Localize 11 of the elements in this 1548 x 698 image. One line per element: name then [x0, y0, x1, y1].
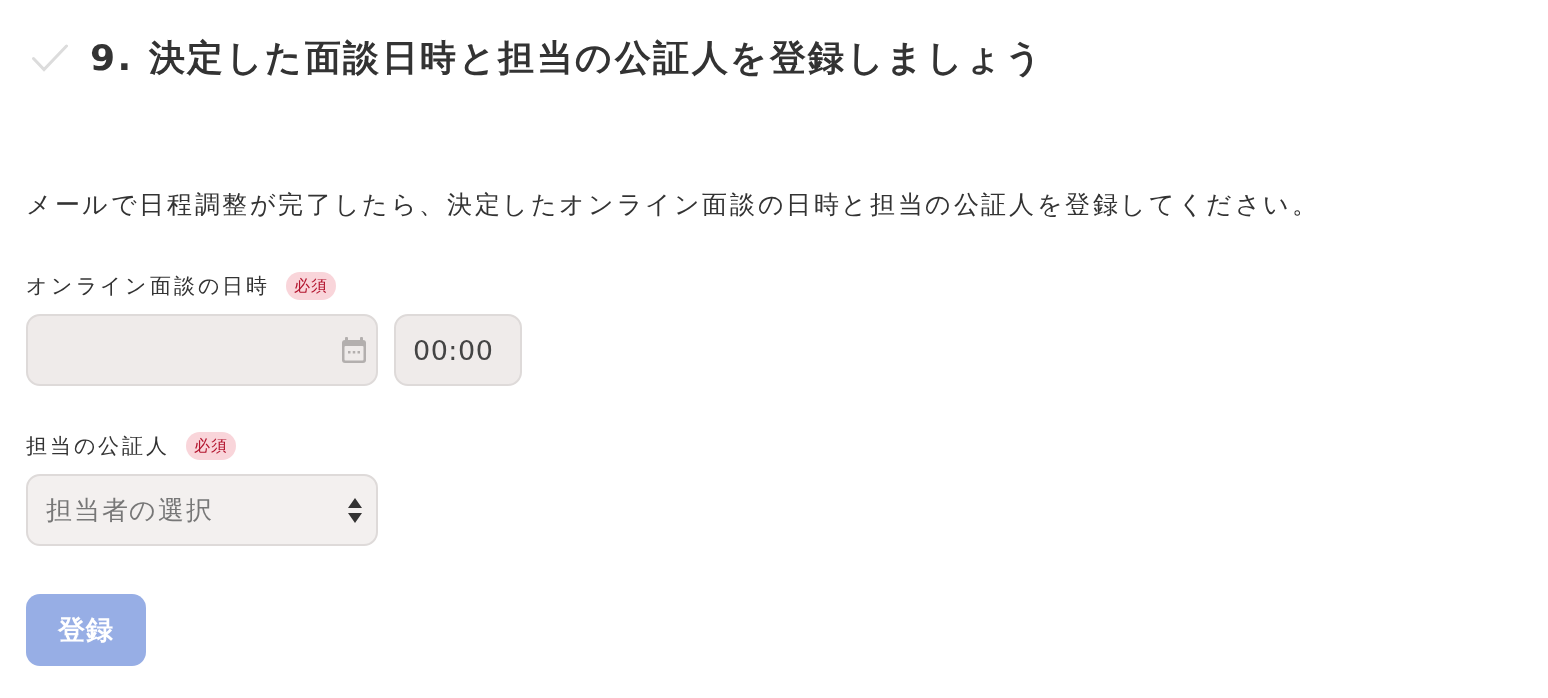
- date-field[interactable]: [26, 314, 378, 386]
- step-title: 9. 決定した面談日時と担当の公証人を登録しましょう: [90, 36, 1045, 80]
- sort-arrows-icon: [348, 497, 362, 523]
- field-label: オンライン面談の日時: [26, 273, 270, 300]
- instruction-text: メールで日程調整が完了したら、決定したオンライン面談の日時と担当の公証人を登録してください。: [26, 190, 1320, 220]
- required-tag: 必須: [185, 432, 236, 460]
- time-field[interactable]: 00:00: [394, 314, 522, 386]
- calendar-icon: [342, 337, 366, 363]
- field-label: 担当の公証人: [26, 433, 170, 460]
- select-field[interactable]: 担当者の選択: [26, 474, 378, 546]
- required-tag: 必須: [286, 272, 336, 300]
